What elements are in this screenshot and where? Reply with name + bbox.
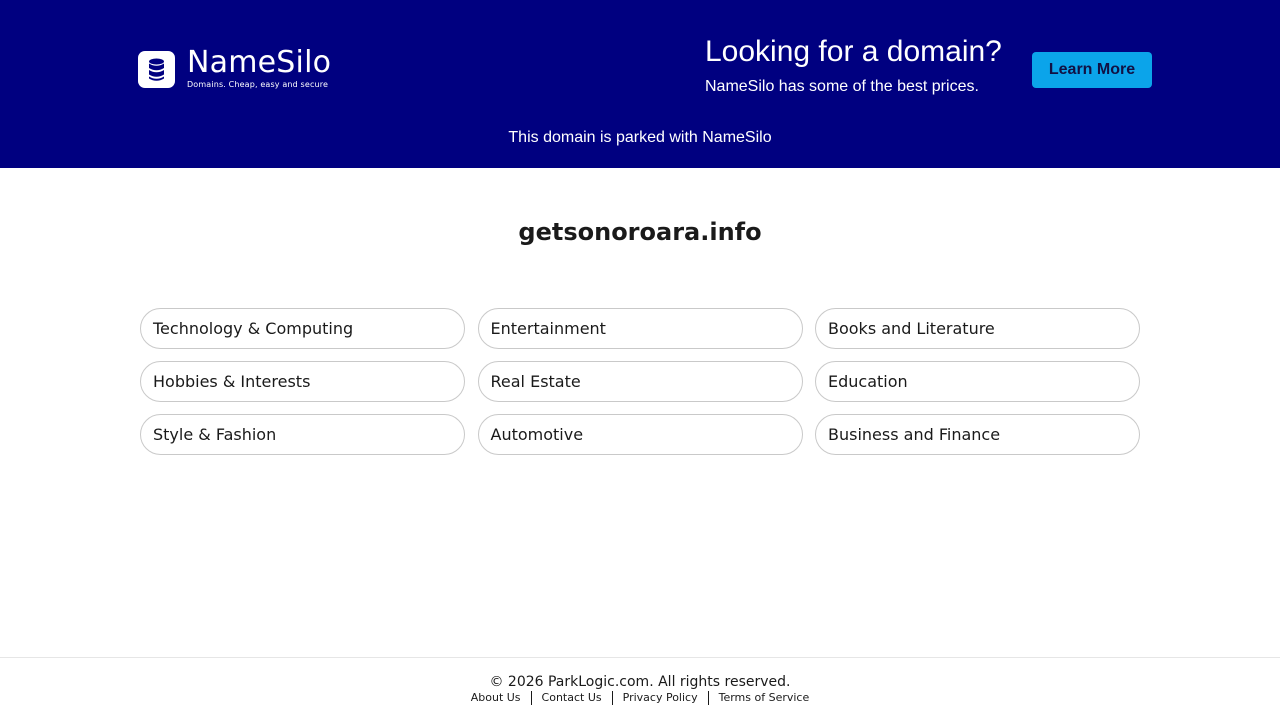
category-link[interactable]: Business and Finance xyxy=(815,414,1140,455)
top-banner: NameSilo Domains. Cheap, easy and secure… xyxy=(0,0,1280,168)
namesilo-logo[interactable]: NameSilo Domains. Cheap, easy and secure xyxy=(138,45,332,90)
logo-tagline: Domains. Cheap, easy and secure xyxy=(187,80,329,89)
category-link[interactable]: Technology & Computing xyxy=(140,308,465,349)
logo-badge xyxy=(138,51,175,88)
category-link[interactable]: Automotive xyxy=(477,414,803,455)
domain-title: getsonoroara.info xyxy=(518,218,762,246)
promo-title: Looking for a domain? xyxy=(705,35,1002,68)
category-link[interactable]: Style & Fashion xyxy=(140,414,465,455)
category-grid: Technology & Computing Entertainment Boo… xyxy=(140,308,1140,455)
contact-us-link[interactable]: Contact Us xyxy=(532,691,612,705)
promo-subtitle: NameSilo has some of the best prices. xyxy=(705,78,979,95)
footer-links: About Us Contact Us Privacy Policy Terms… xyxy=(0,691,1280,705)
copyright-text: © 2026 ParkLogic.com. All rights reserve… xyxy=(489,674,791,690)
logo-name: NameSilo xyxy=(187,45,332,80)
category-link[interactable]: Entertainment xyxy=(477,308,803,349)
category-link[interactable]: Hobbies & Interests xyxy=(140,361,465,402)
category-link[interactable]: Real Estate xyxy=(477,361,803,402)
terms-of-service-link[interactable]: Terms of Service xyxy=(709,691,820,705)
footer: © 2026 ParkLogic.com. All rights reserve… xyxy=(0,657,1280,720)
logo-text: NameSilo Domains. Cheap, easy and secure xyxy=(187,45,332,90)
learn-more-button[interactable]: Learn More xyxy=(1032,52,1152,88)
database-icon xyxy=(149,58,164,81)
category-link[interactable]: Education xyxy=(815,361,1140,402)
parked-notice: This domain is parked with NameSilo xyxy=(508,129,772,146)
about-us-link[interactable]: About Us xyxy=(461,691,531,705)
category-link[interactable]: Books and Literature xyxy=(815,308,1140,349)
privacy-policy-link[interactable]: Privacy Policy xyxy=(613,691,708,705)
